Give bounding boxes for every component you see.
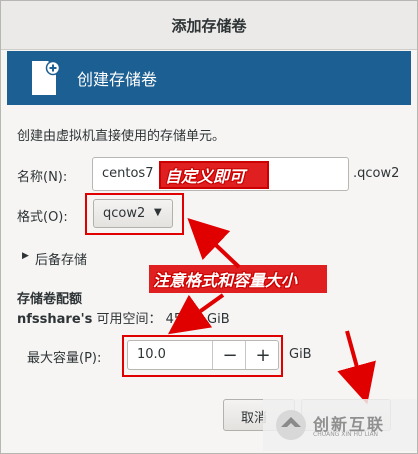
watermark-logo-icon <box>275 409 307 441</box>
watermark: 创新互联 CHUANG XIN HU LIAN <box>263 399 417 451</box>
arrow-to-format <box>187 217 241 269</box>
arrow-to-capacity <box>167 293 225 335</box>
add-volume-dialog: 添加存储卷 创建存储卷 创建由虚拟机直接使用的存储单元。 名称(N): cent… <box>0 0 418 454</box>
annotation-arrows <box>167 217 376 405</box>
arrow-to-finish <box>337 330 376 405</box>
watermark-en: CHUANG XIN HU LIAN <box>313 431 379 438</box>
